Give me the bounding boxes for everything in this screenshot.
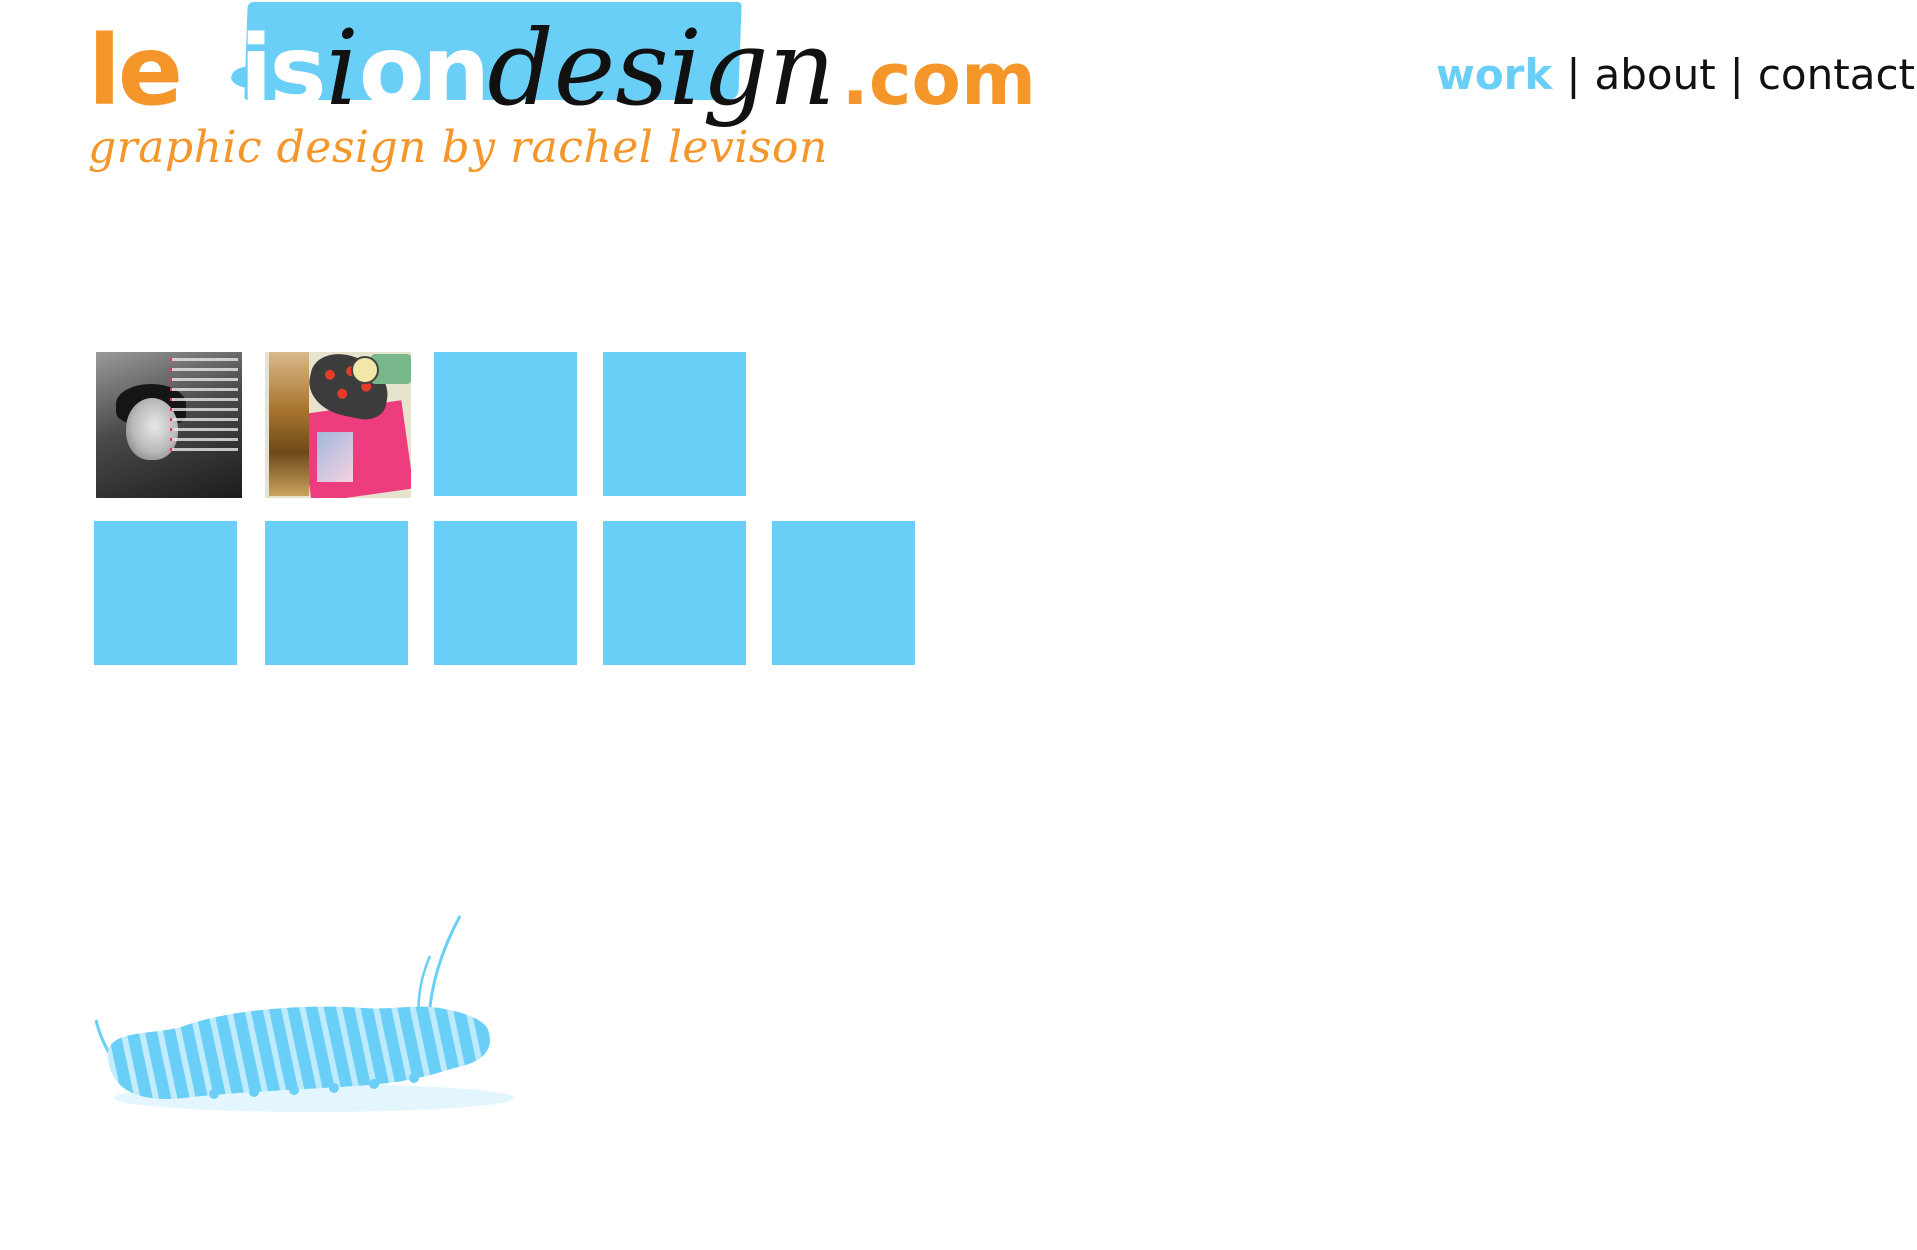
portfolio-tile-9[interactable]	[772, 521, 915, 665]
nav-link-work[interactable]: work	[1436, 50, 1552, 99]
thumbnail-text-column	[172, 358, 238, 458]
logo-part-isi: is	[239, 15, 327, 127]
logo-part-v: v	[180, 15, 243, 127]
caterpillar-icon	[94, 915, 514, 1112]
portfolio-thumbnail-collage[interactable]	[265, 352, 411, 498]
logo-part-on: on	[358, 15, 490, 127]
logo-part-i: i	[325, 7, 359, 129]
logo-wordmark: le v is i on design .com	[88, 16, 1036, 120]
portfolio-tile-6[interactable]	[265, 521, 408, 665]
main-nav: work | about | contact	[1436, 50, 1915, 99]
portfolio-tile-5[interactable]	[94, 521, 237, 665]
logo-part-lev: le	[88, 15, 183, 127]
portfolio-tile-3[interactable]	[434, 352, 577, 496]
portfolio-tile-8[interactable]	[603, 521, 746, 665]
portfolio-thumbnail-magazine[interactable]	[96, 352, 242, 498]
logo-part-com: .com	[841, 37, 1037, 121]
portfolio-tile-4[interactable]	[603, 352, 746, 496]
nav-separator: |	[1566, 50, 1581, 99]
site-logo[interactable]: le v is i on design .com	[88, 2, 1208, 132]
nav-separator: |	[1729, 50, 1744, 99]
nav-link-contact[interactable]: contact	[1758, 50, 1915, 99]
collage-badge	[351, 356, 379, 384]
collage-figure	[269, 352, 309, 496]
portfolio-tile-7[interactable]	[434, 521, 577, 665]
nav-link-about[interactable]: about	[1594, 50, 1715, 99]
logo-part-design: design	[487, 7, 836, 129]
site-tagline: graphic design by rachel levison	[88, 122, 828, 173]
collage-blue-streak	[317, 432, 353, 482]
